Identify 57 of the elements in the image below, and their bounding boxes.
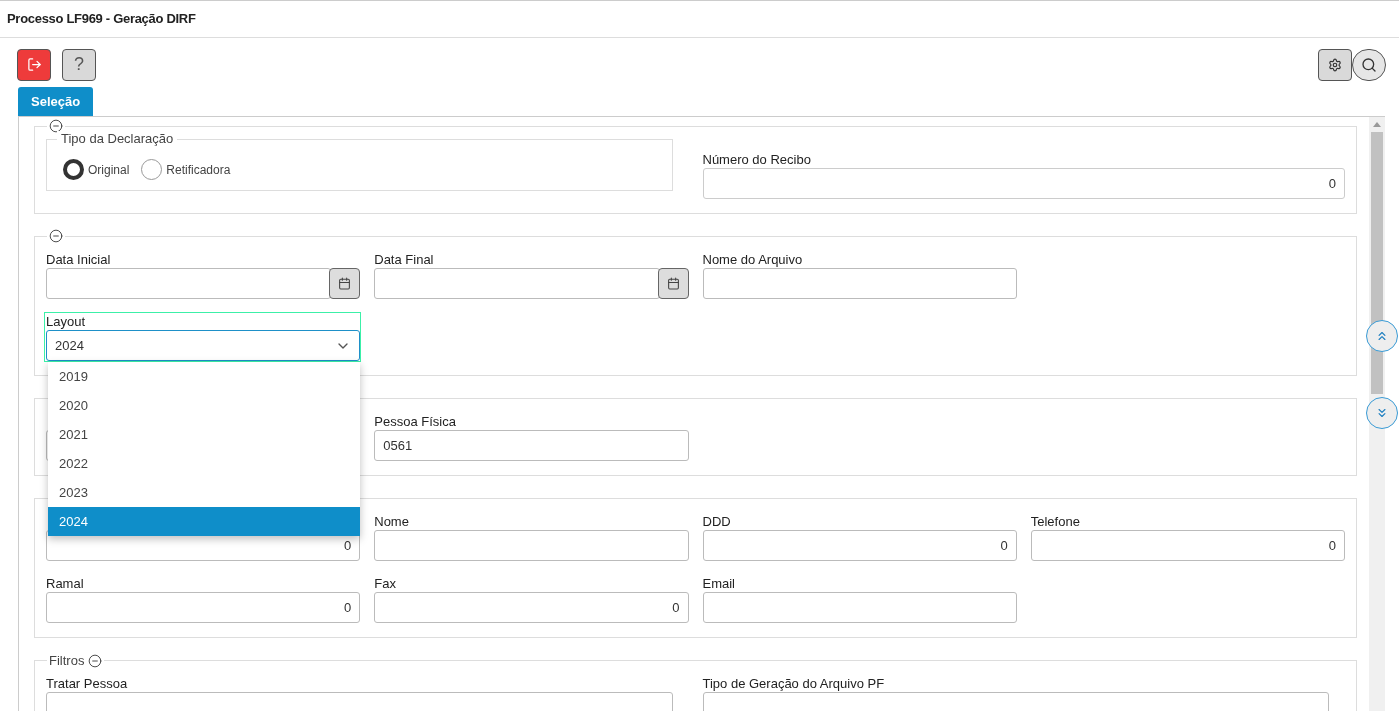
field-label: Data Inicial bbox=[46, 251, 112, 268]
dropdown-option[interactable]: 2023 bbox=[48, 478, 361, 507]
calendar-icon bbox=[666, 277, 680, 290]
tab[interactable]: Seleção bbox=[18, 87, 94, 116]
date-field[interactable] bbox=[46, 268, 332, 299]
section-legend: Filtros bbox=[49, 653, 85, 669]
settings-icon bbox=[1328, 57, 1342, 72]
field-label: Data Final bbox=[374, 251, 435, 268]
text-field[interactable] bbox=[702, 592, 1017, 623]
settings-button[interactable] bbox=[1318, 48, 1352, 81]
radio-icon[interactable] bbox=[63, 159, 84, 180]
group-legend: Tipo da Declaração bbox=[57, 131, 178, 147]
window-title: Processo LF969 - Geração DIRF bbox=[7, 10, 196, 29]
dropdown-option[interactable]: 2024 bbox=[48, 507, 361, 536]
number-field[interactable]: 0 bbox=[702, 530, 1017, 561]
field-label: Ramal bbox=[46, 575, 85, 592]
field-label: Tipo de Geração do Arquivo PF bbox=[702, 675, 886, 692]
field-label: Fax bbox=[374, 575, 397, 592]
layout-select[interactable]: 2024 bbox=[46, 330, 361, 361]
search-button[interactable] bbox=[1352, 48, 1386, 81]
scrollbar[interactable] bbox=[1369, 117, 1385, 711]
dropdown-option[interactable]: 2021 bbox=[48, 420, 361, 449]
field-label: Pessoa Física bbox=[374, 413, 457, 430]
double-chevron-down-icon bbox=[1375, 406, 1389, 420]
number-field[interactable]: 0 bbox=[46, 592, 361, 623]
dropdown-option[interactable]: 2019 bbox=[48, 362, 361, 391]
date-field[interactable] bbox=[374, 268, 660, 299]
dropdown-option[interactable]: 2022 bbox=[48, 449, 361, 478]
field-label: DDD bbox=[702, 513, 732, 530]
scroll-up-button[interactable] bbox=[1366, 320, 1398, 352]
exit-button[interactable] bbox=[17, 48, 51, 81]
double-chevron-up-icon bbox=[1375, 329, 1389, 343]
number-field[interactable]: 0 bbox=[374, 592, 689, 623]
field-label: Número do Recibo bbox=[702, 151, 812, 168]
search-icon bbox=[1361, 56, 1377, 73]
text-field[interactable] bbox=[702, 268, 1017, 299]
receipt-number-field[interactable]: 0 bbox=[702, 168, 1345, 199]
text-field[interactable]: 0561 bbox=[374, 430, 689, 461]
calendar-icon bbox=[338, 277, 352, 290]
field-label: Tratar Pessoa bbox=[46, 675, 129, 692]
collapse-icon[interactable] bbox=[88, 654, 103, 668]
radio-option[interactable]: Retificadora bbox=[141, 159, 231, 180]
number-field[interactable]: 0 bbox=[1030, 530, 1345, 561]
exit-icon bbox=[26, 57, 42, 72]
field-label: Email bbox=[702, 575, 736, 592]
text-field[interactable] bbox=[374, 530, 689, 561]
calendar-button[interactable] bbox=[329, 268, 361, 299]
field-label: Telefone bbox=[1030, 513, 1081, 530]
field-label: Nome bbox=[374, 513, 410, 530]
scroll-up-arrow-icon[interactable] bbox=[1373, 122, 1381, 127]
scroll-down-button[interactable] bbox=[1366, 397, 1398, 429]
field-label: Nome do Arquivo bbox=[702, 251, 804, 268]
field-label: Layout bbox=[46, 313, 87, 330]
dropdown-option[interactable]: 2020 bbox=[48, 391, 361, 420]
radio-icon[interactable] bbox=[141, 159, 163, 180]
radio-option[interactable]: Original bbox=[63, 159, 130, 180]
help-button[interactable]: ? bbox=[62, 48, 96, 81]
